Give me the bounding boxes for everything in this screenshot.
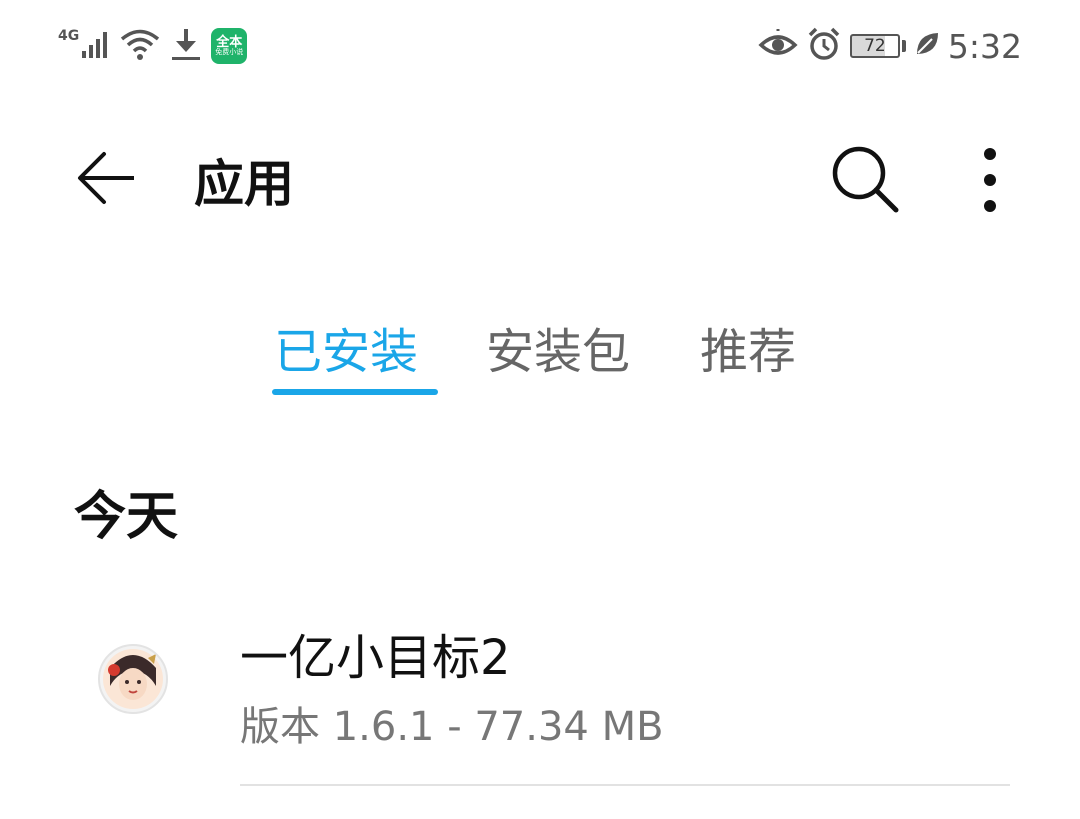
wifi-icon xyxy=(119,27,161,65)
active-tab-indicator xyxy=(272,389,438,395)
more-options-button[interactable] xyxy=(968,144,1012,216)
page-title: 应用 xyxy=(194,155,294,213)
tab-bar: 已安装 安装包 推荐 xyxy=(0,300,1080,400)
search-button[interactable] xyxy=(828,142,904,218)
signal-icon xyxy=(81,29,111,63)
app-name: 一亿小目标2 xyxy=(240,630,511,686)
power-saving-leaf-icon xyxy=(914,31,940,61)
app-badge-icon: 全本 免费小说 xyxy=(211,28,248,64)
back-button[interactable] xyxy=(72,146,142,210)
divider xyxy=(240,784,1010,786)
battery-level-label: 72 xyxy=(864,36,886,56)
eye-comfort-icon xyxy=(758,27,798,63)
search-icon xyxy=(832,146,899,213)
app-icon xyxy=(98,644,168,714)
status-bar-left: 4G 全本 免费小说 xyxy=(58,24,248,68)
alarm-icon xyxy=(806,26,842,66)
list-item[interactable]: 一亿小目标2 版本 1.6.1 - 77.34 MB xyxy=(0,600,1080,786)
app-bar: 应用 xyxy=(0,120,1080,240)
back-arrow-icon xyxy=(78,152,134,204)
network-type-label: 4G xyxy=(58,28,80,44)
tab-installed[interactable]: 已安装 xyxy=(274,312,418,382)
battery-icon: 72 xyxy=(849,34,900,58)
more-vertical-icon xyxy=(984,148,996,212)
clock: 5:32 xyxy=(947,26,1022,66)
section-header-today: 今天 xyxy=(74,487,179,547)
download-icon xyxy=(169,26,203,66)
status-bar: 4G 全本 免费小说 72 5:32 xyxy=(0,0,1080,90)
tab-packages[interactable]: 安装包 xyxy=(486,312,630,382)
app-version-size: 版本 1.6.1 - 77.34 MB xyxy=(240,704,664,750)
status-bar-right: 72 5:32 xyxy=(758,24,1022,68)
battery-tip xyxy=(901,40,906,52)
tab-recommended[interactable]: 推荐 xyxy=(700,312,796,382)
